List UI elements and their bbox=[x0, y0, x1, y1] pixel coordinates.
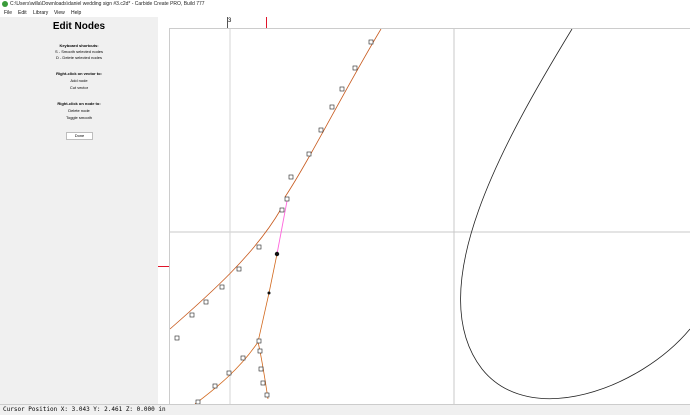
vector-node[interactable] bbox=[264, 392, 270, 398]
canvas-drawing[interactable] bbox=[170, 29, 690, 404]
vector-node[interactable] bbox=[256, 244, 262, 250]
vector-node[interactable] bbox=[257, 348, 263, 354]
vector-node[interactable] bbox=[339, 86, 345, 92]
node-delete: Delete node bbox=[68, 108, 90, 113]
menu-file[interactable]: File bbox=[4, 9, 12, 17]
design-canvas[interactable] bbox=[170, 29, 690, 404]
vector-node[interactable] bbox=[352, 65, 358, 71]
vector-node[interactable] bbox=[288, 174, 294, 180]
vector-node[interactable] bbox=[258, 366, 264, 372]
vector-node[interactable] bbox=[284, 196, 290, 202]
horizontal-ruler: 3 bbox=[158, 17, 690, 29]
selected-node[interactable] bbox=[274, 251, 280, 257]
vector-node[interactable] bbox=[236, 266, 242, 272]
vector-cut: Cut vector bbox=[69, 85, 89, 90]
cursor-x-marker bbox=[266, 17, 267, 28]
title-bar: C:\Users\willa\Downloads\daniel wedding … bbox=[0, 0, 690, 9]
panel-title: Edit Nodes bbox=[52, 21, 106, 32]
vector-node[interactable] bbox=[318, 127, 324, 133]
vertical-ruler bbox=[158, 28, 170, 404]
vector-path-upper[interactable] bbox=[284, 29, 382, 198]
status-bar: Cursor Position X: 3.043 Y: 2.461 Z: 0.0… bbox=[0, 404, 690, 415]
menu-library[interactable]: Library bbox=[33, 9, 48, 17]
vector-node[interactable] bbox=[279, 207, 285, 213]
vector-node[interactable] bbox=[219, 284, 225, 290]
ellipse-vector[interactable] bbox=[460, 29, 690, 400]
vector-node[interactable] bbox=[260, 380, 266, 386]
vector-node[interactable] bbox=[240, 355, 246, 361]
vector-node[interactable] bbox=[212, 383, 218, 389]
vector-add-node: Add node bbox=[70, 78, 88, 83]
carbide-create-icon bbox=[2, 1, 8, 7]
menu-help[interactable]: Help bbox=[71, 9, 81, 17]
menu-bar: File Edit Library View Help bbox=[0, 9, 690, 17]
vector-heading: Right-click on vector to: bbox=[56, 71, 102, 76]
ruler-label: 3 bbox=[228, 18, 232, 24]
edit-nodes-panel: Edit Nodes Keyboard shortcuts: S - Smoot… bbox=[0, 17, 159, 404]
cursor-y-marker bbox=[158, 266, 169, 267]
shortcut-delete: D - Delete selected nodes bbox=[55, 55, 103, 60]
vector-node[interactable] bbox=[368, 39, 374, 45]
vector-node[interactable] bbox=[203, 299, 209, 305]
vector-node[interactable] bbox=[256, 338, 262, 344]
menu-view[interactable]: View bbox=[54, 9, 65, 17]
vector-node[interactable] bbox=[329, 104, 335, 110]
vector-node[interactable] bbox=[306, 151, 312, 157]
vector-node[interactable] bbox=[189, 312, 195, 318]
window-title: C:\Users\willa\Downloads\daniel wedding … bbox=[10, 1, 205, 7]
control-node[interactable] bbox=[267, 291, 271, 295]
node-toggle-smooth: Toggle smooth bbox=[65, 115, 92, 120]
node-heading: Right-click on node to: bbox=[57, 101, 101, 106]
done-button[interactable]: Done bbox=[66, 132, 93, 140]
menu-edit[interactable]: Edit bbox=[18, 9, 27, 17]
vector-node[interactable] bbox=[174, 335, 180, 341]
vector-node[interactable] bbox=[226, 370, 232, 376]
vector-path-left[interactable] bbox=[170, 208, 282, 330]
